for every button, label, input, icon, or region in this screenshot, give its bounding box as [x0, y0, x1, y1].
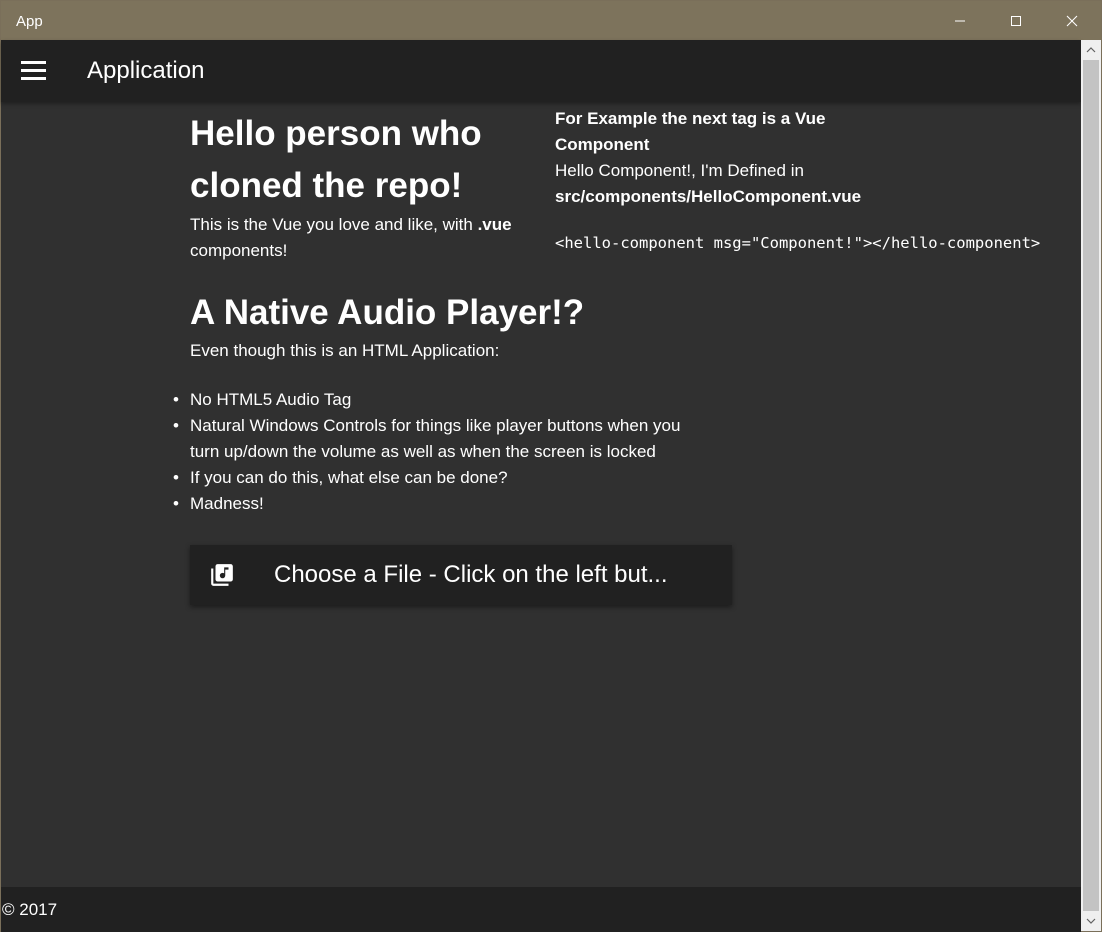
copyright-text: © 2017	[2, 900, 58, 919]
player-heading: A Native Audio Player!?	[190, 293, 585, 332]
vertical-scrollbar[interactable]	[1081, 40, 1101, 931]
example-heading: For Example the next tag is a Vue Compon…	[555, 109, 826, 154]
player-subtext: Even though this is an HTML Application:	[190, 341, 500, 360]
close-button[interactable]	[1044, 1, 1100, 40]
component-example: For Example the next tag is a Vue Compon…	[555, 106, 1065, 256]
choose-file-button[interactable]: Choose a File - Click on the left but...	[190, 545, 732, 605]
app-bar: Application	[1, 40, 1081, 102]
main-content: Hello person who cloned the repo! This i…	[1, 102, 1081, 887]
scroll-down-button[interactable]	[1081, 911, 1101, 931]
scroll-up-button[interactable]	[1081, 40, 1101, 60]
component-path: src/components/HelloComponent.vue	[555, 187, 862, 206]
close-icon	[1066, 15, 1078, 26]
title-bar: App	[1, 1, 1101, 40]
intro-text: This is the Vue you love and like, with …	[190, 215, 512, 260]
page-heading: Hello person who cloned the repo!	[190, 114, 482, 205]
feature-list: No HTML5 Audio Tag Natural Windows Contr…	[173, 387, 720, 517]
maximize-button[interactable]	[988, 1, 1044, 40]
minimize-icon	[955, 20, 965, 21]
library-music-icon	[211, 564, 233, 586]
chevron-down-icon	[1086, 918, 1096, 924]
choose-file-label: Choose a File - Click on the left but...	[274, 561, 668, 588]
list-item: Natural Windows Controls for things like…	[173, 413, 710, 465]
list-item: No HTML5 Audio Tag	[173, 387, 720, 413]
scrollbar-thumb[interactable]	[1083, 60, 1099, 911]
maximize-icon	[1011, 15, 1021, 26]
footer: © 2017	[1, 887, 1081, 932]
list-item: If you can do this, what else can be don…	[173, 465, 720, 491]
code-sample: <hello-component msg="Component!"></hell…	[555, 234, 1041, 252]
window-title: App	[16, 13, 43, 30]
minimize-button[interactable]	[932, 1, 988, 40]
list-item: Madness!	[173, 491, 720, 517]
hamburger-menu-icon[interactable]	[21, 61, 46, 81]
chevron-up-icon	[1086, 47, 1096, 53]
vue-extension: .vue	[477, 215, 512, 234]
app-title: Application	[87, 57, 205, 84]
app-window: App Application Hello person who cloned …	[0, 0, 1102, 932]
hello-component-text: Hello Component!, I'm Defined in	[555, 161, 804, 180]
